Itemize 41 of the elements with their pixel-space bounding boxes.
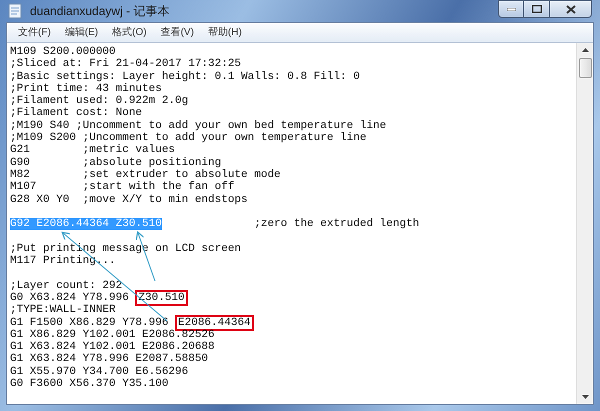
- minimize-button[interactable]: [498, 0, 524, 18]
- scrollbar[interactable]: [576, 43, 593, 404]
- maximize-button[interactable]: [524, 0, 550, 18]
- code-text: ;zero the extruded length: [253, 218, 420, 230]
- code-text: G1 F1500 X86.829 Y78.996: [10, 316, 170, 329]
- selected-text: G92 E2086.44364 Z30.510: [10, 218, 162, 230]
- highlighted-text: E2086.44364: [175, 314, 254, 331]
- code-text: G28 X0 Y0 ;move X/Y to min endstops: [10, 194, 248, 206]
- code-text: ;Basic settings: Layer height: 0.1 Walls: 0.8 Fill: 0: [10, 70, 360, 83]
- code-text: G0 X63.824 Y78.996: [10, 292, 130, 304]
- maximize-icon: [532, 5, 542, 13]
- code-text: G1 X63.824 Y78.996 E2087.58850: [10, 353, 208, 366]
- code-text: M109 S200.000000: [10, 46, 116, 58]
- menu-item[interactable]: 格式(O): [105, 25, 154, 40]
- menu-item[interactable]: 帮助(H): [200, 25, 249, 40]
- close-icon: [566, 4, 576, 14]
- notepad-icon: [8, 3, 22, 19]
- code-text: G21 ;metric values: [10, 144, 176, 156]
- menu-item[interactable]: 文件(F): [11, 25, 58, 40]
- code-text: ;M109 S200 ;Uncomment to add your own temperature line: [10, 132, 366, 144]
- code-text: G0 F3600 X56.370 Y35.100: [10, 378, 168, 390]
- code-text: M82 ;set extruder to absolute mode: [10, 168, 281, 181]
- menu-item[interactable]: 查看(V): [154, 25, 201, 40]
- code-text: ;TYPE:WALL-INNER: [10, 304, 116, 316]
- code-text: ;M190 S40 ;Uncomment to add your own bed temperature line: [10, 120, 386, 132]
- code-text: ;Layer count: 292: [10, 280, 122, 292]
- code-text: ;Sliced at: Fri 21-04-2017 17:32:25: [10, 58, 242, 70]
- scroll-thumb[interactable]: [578, 58, 592, 78]
- minimize-icon: [506, 8, 516, 10]
- code-text: G90 ;absolute positioning: [10, 156, 222, 169]
- code-text: M107 ;start with the fan off: [10, 181, 234, 194]
- window-title: duandianxudaywj - 记事本: [30, 3, 170, 20]
- menu-item[interactable]: 编辑(E): [58, 25, 106, 40]
- code-text: G1 X55.970 Y34.700 E6.56296: [10, 366, 188, 378]
- code-text: ;Filament cost: None: [10, 107, 142, 120]
- code-text: G1 X63.824 Y102.001 E2086.20688: [10, 341, 215, 354]
- highlighted-text: Z30.510: [135, 290, 188, 306]
- close-button[interactable]: [550, 0, 592, 18]
- code-text: G1 X86.829 Y102.001 E2086.82526: [10, 328, 215, 341]
- code-text: ;Print time: 43 minutes: [10, 82, 162, 95]
- code-text: ;Filament used: 0.922m 2.0g: [10, 95, 188, 108]
